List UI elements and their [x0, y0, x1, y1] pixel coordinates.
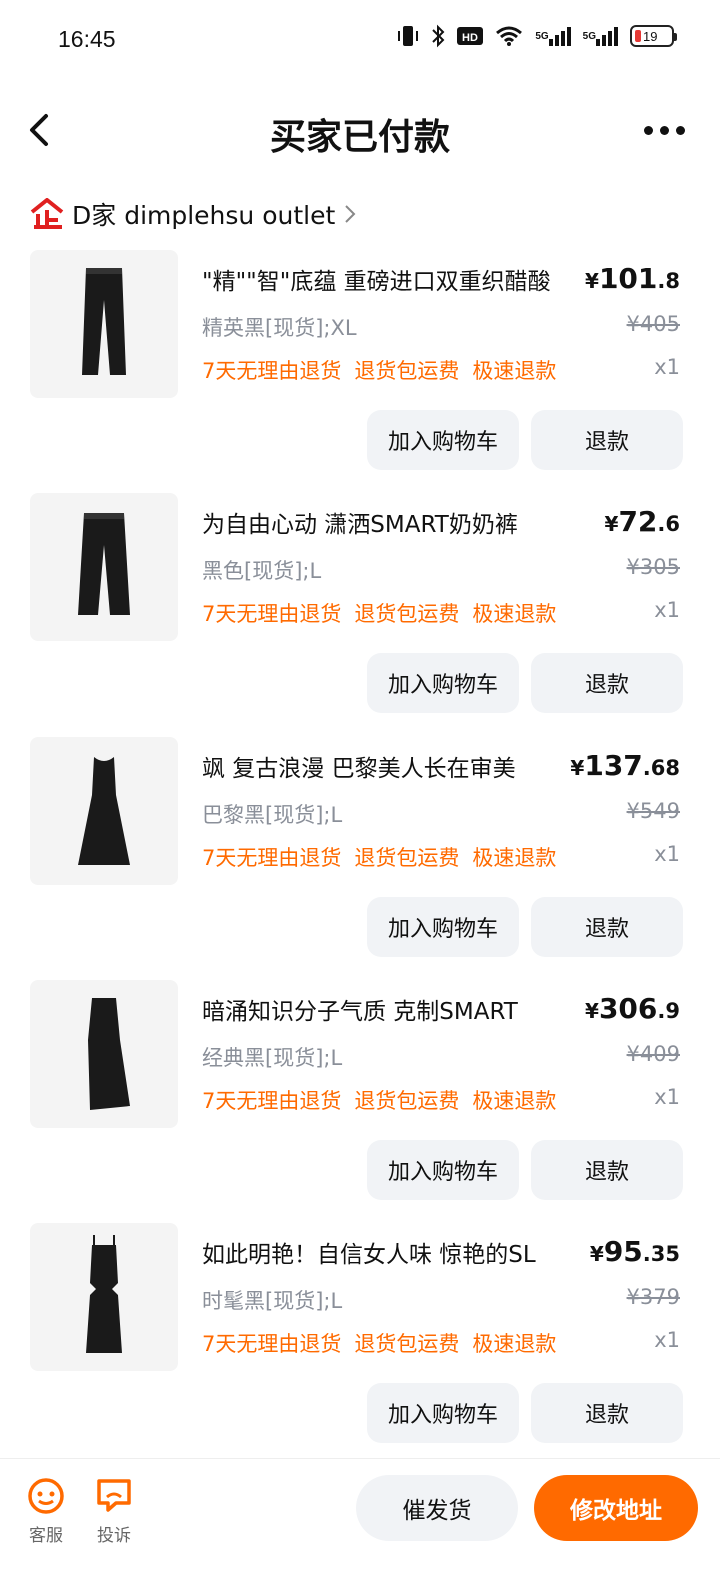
add-to-cart-button[interactable]: 加入购物车: [367, 1383, 519, 1443]
product-price: ¥137.68: [570, 749, 680, 782]
signal-5g-icon-2: 5G: [583, 26, 618, 46]
original-price: ¥405: [626, 312, 680, 336]
tag-return-7days: 7天无理由退货: [202, 1332, 342, 1356]
product-sku: 经典黑[现货];L: [202, 1046, 343, 1070]
refund-button[interactable]: 退款: [531, 1140, 683, 1200]
product-quantity: x1: [654, 1085, 680, 1109]
tag-return-7days: 7天无理由退货: [202, 602, 342, 626]
tag-return-shipping: 退货包运费: [354, 1332, 460, 1356]
product-image-trousers[interactable]: [30, 250, 178, 398]
order-item: 暗涌知识分子气质 克制SMART ¥306.9 经典黑[现货];L ¥409 7…: [0, 980, 720, 1223]
header: 买家已付款: [0, 90, 720, 170]
product-title[interactable]: "精""智"底蕴 重磅进口双重织醋酸: [202, 262, 551, 296]
urge-shipment-button[interactable]: 催发货: [356, 1475, 518, 1541]
svg-text:HD: HD: [462, 32, 478, 44]
tag-fast-refund: 极速退款: [472, 359, 557, 383]
order-item: 飒 复古浪漫 巴黎美人长在审美 ¥137.68 巴黎黑[现货];L ¥549 7…: [0, 737, 720, 980]
product-title[interactable]: 为自由心动 潇洒SMART奶奶裤: [202, 505, 518, 539]
vibrate-icon: [397, 24, 419, 48]
tag-return-7days: 7天无理由退货: [202, 1089, 342, 1113]
product-quantity: x1: [654, 1328, 680, 1352]
modify-address-button[interactable]: 修改地址: [534, 1475, 698, 1541]
product-price: ¥95.35: [589, 1235, 680, 1268]
add-to-cart-button[interactable]: 加入购物车: [367, 653, 519, 713]
status-bar: 16:45 HD 5G 5G 19: [0, 0, 720, 80]
order-item: 如此明艳！自信女人味 惊艳的SL ¥95.35 时髦黑[现货];L ¥379 7…: [0, 1223, 720, 1466]
refund-button[interactable]: 退款: [531, 653, 683, 713]
battery-icon: 19: [630, 25, 677, 47]
product-title[interactable]: 暗涌知识分子气质 克制SMART: [202, 992, 518, 1026]
product-sku: 巴黎黑[现货];L: [202, 803, 343, 827]
status-icons: HD 5G 5G 19: [397, 24, 677, 48]
original-price: ¥379: [626, 1285, 680, 1309]
service-tags: 7天无理由退货 退货包运费 极速退款: [202, 1328, 556, 1358]
chevron-right-icon: [343, 203, 357, 225]
product-sku: 黑色[现货];L: [202, 559, 322, 583]
service-tags: 7天无理由退货 退货包运费 极速退款: [202, 842, 556, 872]
complaint-button[interactable]: 投诉: [84, 1475, 144, 1546]
product-image-wide-trousers[interactable]: [30, 493, 178, 641]
battery-percent: 19: [643, 28, 658, 44]
signal-5g-icon: 5G: [535, 26, 571, 46]
product-price: ¥72.6: [604, 505, 680, 538]
tag-return-shipping: 退货包运费: [354, 602, 460, 626]
refund-button[interactable]: 退款: [531, 897, 683, 957]
add-to-cart-button[interactable]: 加入购物车: [367, 410, 519, 470]
tag-return-shipping: 退货包运费: [354, 846, 460, 870]
service-tags: 7天无理由退货 退货包运费 极速退款: [202, 1085, 556, 1115]
original-price: ¥549: [626, 799, 680, 823]
order-item: "精""智"底蕴 重磅进口双重织醋酸 ¥101.8 精英黑[现货];XL ¥40…: [0, 250, 720, 493]
bottom-action-bar: 客服 投诉 催发货 修改地址: [0, 1458, 720, 1584]
tag-return-shipping: 退货包运费: [354, 1089, 460, 1113]
tag-fast-refund: 极速退款: [472, 602, 557, 626]
original-price: ¥409: [626, 1042, 680, 1066]
product-image-asymmetric-dress[interactable]: [30, 980, 178, 1128]
product-title[interactable]: 飒 复古浪漫 巴黎美人长在审美: [202, 749, 516, 783]
shop-name: D家 dimplehsu outlet: [72, 201, 336, 230]
product-image-sleeveless-dress[interactable]: [30, 737, 178, 885]
order-item: 为自由心动 潇洒SMART奶奶裤 ¥72.6 黑色[现货];L ¥305 7天无…: [0, 493, 720, 736]
hd-icon: HD: [457, 26, 484, 46]
product-quantity: x1: [654, 355, 680, 379]
product-quantity: x1: [654, 598, 680, 622]
product-quantity: x1: [654, 842, 680, 866]
more-dots-icon[interactable]: [644, 120, 688, 140]
complaint-label: 投诉: [97, 1526, 131, 1546]
service-tags: 7天无理由退货 退货包运费 极速退款: [202, 355, 556, 385]
add-to-cart-button[interactable]: 加入购物车: [367, 897, 519, 957]
bluetooth-icon: [431, 24, 445, 48]
tag-return-7days: 7天无理由退货: [202, 846, 342, 870]
refund-button[interactable]: 退款: [531, 1383, 683, 1443]
shop-logo-icon: [30, 197, 64, 230]
product-title[interactable]: 如此明艳！自信女人味 惊艳的SL: [202, 1235, 536, 1269]
tag-fast-refund: 极速退款: [472, 846, 557, 870]
product-image-cutout-dress[interactable]: [30, 1223, 178, 1371]
battery-level: [635, 30, 641, 42]
tag-return-shipping: 退货包运费: [354, 359, 460, 383]
refund-button[interactable]: 退款: [531, 410, 683, 470]
service-tags: 7天无理由退货 退货包运费 极速退款: [202, 598, 556, 628]
product-price: ¥306.9: [585, 992, 680, 1025]
product-sku: 时髦黑[现货];L: [202, 1289, 343, 1313]
tag-return-7days: 7天无理由退货: [202, 359, 342, 383]
add-to-cart-button[interactable]: 加入购物车: [367, 1140, 519, 1200]
product-sku: 精英黑[现货];XL: [202, 316, 357, 340]
shop-row[interactable]: D家 dimplehsu outlet: [30, 194, 357, 234]
customer-service-label: 客服: [29, 1526, 63, 1546]
tag-fast-refund: 极速退款: [472, 1089, 557, 1113]
tag-fast-refund: 极速退款: [472, 1332, 557, 1356]
product-price: ¥101.8: [585, 262, 680, 295]
customer-service-button[interactable]: 客服: [16, 1475, 76, 1546]
status-time: 16:45: [58, 26, 116, 52]
customer-service-icon: [26, 1475, 66, 1515]
complaint-icon: [94, 1475, 134, 1515]
page-title: 买家已付款: [269, 117, 450, 158]
original-price: ¥305: [626, 555, 680, 579]
wifi-icon: [495, 25, 523, 47]
